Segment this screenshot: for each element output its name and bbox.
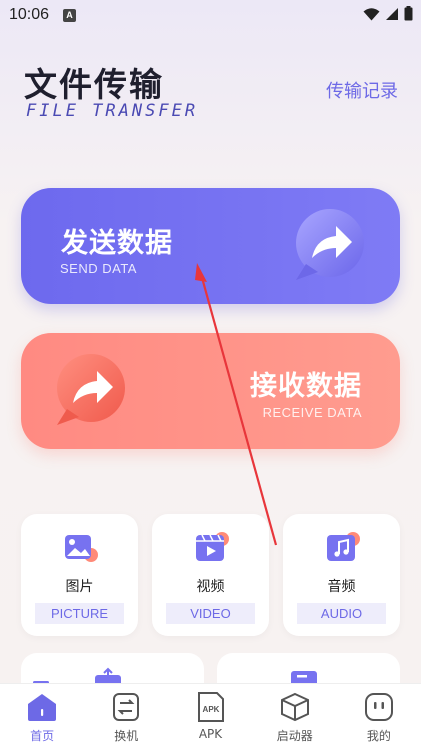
bottom-nav: 首页 换机 APK APK 启动器 我的 [0, 683, 421, 750]
send-data-button[interactable]: 发送数据 SEND DATA [21, 188, 400, 304]
category-audio[interactable]: 音频 AUDIO [283, 514, 400, 636]
receive-arrow-bubble-icon [57, 354, 125, 425]
launcher-cube-icon [280, 692, 309, 722]
nav-switch-phone[interactable]: 换机 [84, 684, 168, 750]
video-icon [196, 532, 229, 561]
apk-icon-text: APK [202, 705, 219, 714]
send-data-subtitle: SEND DATA [60, 261, 137, 276]
signal-icon [386, 7, 398, 20]
status-time: 10:06 [9, 6, 50, 23]
nav-label: APK [198, 727, 223, 741]
nav-launcher[interactable]: 启动器 [253, 684, 337, 750]
send-arrow-bubble-icon [296, 209, 364, 280]
picture-icon [65, 535, 98, 562]
category-label-en: PICTURE [35, 603, 124, 624]
send-data-title: 发送数据 [61, 228, 173, 259]
status-icons [363, 6, 413, 21]
category-label-en: VIDEO [166, 603, 255, 624]
category-picture[interactable]: 图片 PICTURE [21, 514, 138, 636]
receive-data-title: 接收数据 [250, 371, 362, 402]
nav-home[interactable]: 首页 [0, 684, 84, 750]
receive-data-button[interactable]: 接收数据 RECEIVE DATA [21, 333, 400, 449]
category-label: 图片 [65, 579, 94, 595]
notification-icon: A [63, 9, 76, 22]
category-video[interactable]: 视频 VIDEO [152, 514, 269, 636]
page-title: 文件传输 [24, 65, 164, 104]
apk-icon: APK [197, 692, 224, 722]
nav-profile[interactable]: 我的 [337, 684, 421, 750]
nav-label: 换机 [114, 729, 139, 743]
nav-label: 我的 [366, 729, 391, 743]
wifi-icon [363, 7, 380, 20]
page-subtitle: FILE TRANSFER [26, 101, 199, 121]
profile-face-icon [364, 693, 393, 721]
nav-label: 启动器 [276, 729, 313, 743]
home-icon [28, 694, 57, 721]
receive-data-subtitle: RECEIVE DATA [262, 405, 362, 420]
audio-icon [327, 532, 360, 561]
category-label: 视频 [196, 579, 225, 595]
battery-icon [404, 6, 413, 21]
category-label-en: AUDIO [297, 603, 386, 624]
nav-apk[interactable]: APK APK [168, 684, 252, 750]
status-bar: 10:06 A [0, 0, 421, 32]
switch-phone-icon [113, 693, 140, 721]
category-label: 音频 [327, 579, 356, 595]
nav-label: 首页 [30, 729, 55, 743]
transfer-history-link[interactable]: 传输记录 [326, 77, 398, 103]
